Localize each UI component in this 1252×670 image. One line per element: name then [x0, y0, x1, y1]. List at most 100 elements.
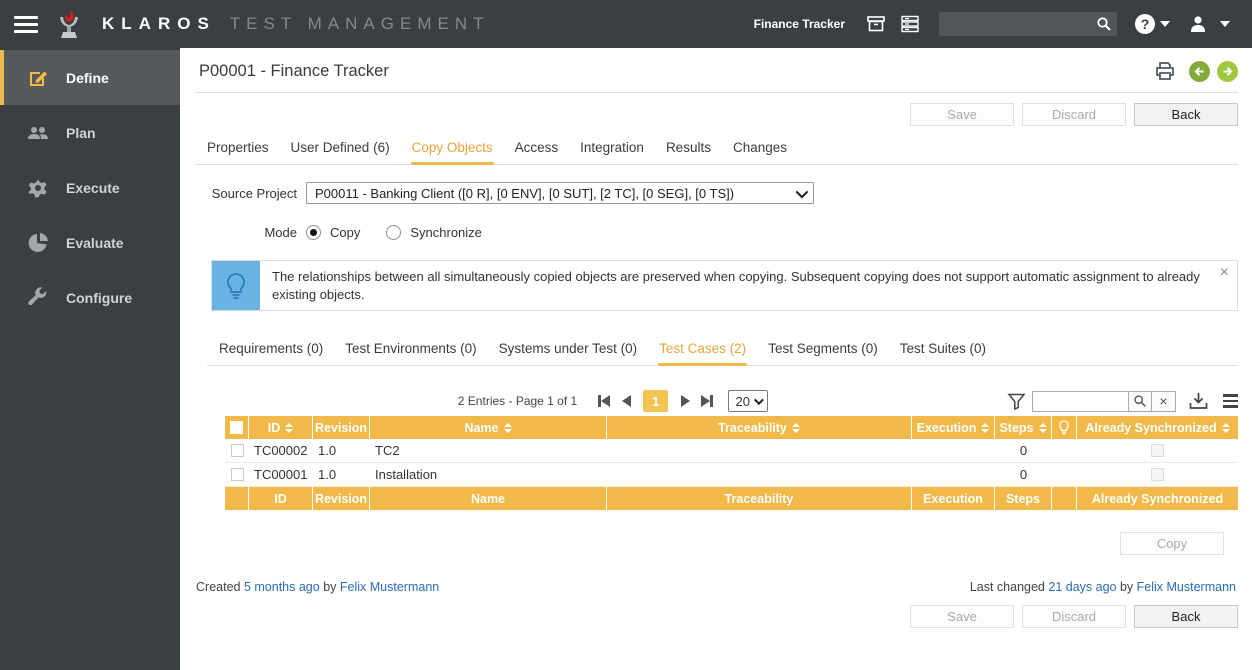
help-icon[interactable]: ? [1135, 14, 1155, 34]
mode-synchronize-radio[interactable]: Synchronize [386, 225, 482, 240]
current-page-button[interactable]: 1 [643, 390, 669, 413]
save-button[interactable]: Save [910, 103, 1014, 126]
table-row[interactable]: TC00002 1.0 TC2 0 [225, 439, 1238, 464]
sidebar-item-plan[interactable]: Plan [0, 105, 180, 160]
edit-icon [30, 71, 47, 86]
tab-integration[interactable]: Integration [569, 132, 655, 164]
cell-id: TC00002 [254, 443, 308, 459]
sort-icon[interactable] [791, 422, 800, 433]
table-menu-icon[interactable] [1223, 394, 1238, 408]
sidebar: Define Plan Execute Evaluate Configure [0, 48, 180, 670]
close-icon[interactable]: × [1220, 265, 1229, 281]
table-row[interactable]: TC00001 1.0 Installation 0 [225, 463, 1238, 488]
back-button[interactable]: Back [1134, 103, 1238, 126]
sidebar-item-configure[interactable]: Configure [0, 270, 180, 325]
tab-properties[interactable]: Properties [196, 132, 280, 164]
sort-icon[interactable] [1221, 422, 1230, 433]
sort-icon[interactable] [981, 422, 990, 433]
already-synchronized-checkbox [1151, 444, 1164, 458]
tab-access[interactable]: Access [504, 132, 570, 164]
table-search-button[interactable] [1128, 390, 1152, 412]
sidebar-item-label: Plan [66, 124, 96, 141]
page-title: P00001 - Finance Tracker [199, 61, 389, 80]
navigate-back-icon[interactable] [1189, 60, 1210, 82]
column-header-revision[interactable]: Revision [313, 416, 370, 440]
save-button[interactable]: Save [910, 605, 1014, 629]
sort-icon[interactable] [503, 422, 512, 433]
sidebar-item-label: Evaluate [66, 234, 124, 251]
pie-chart-icon [28, 232, 48, 252]
column-header-already-synchronized[interactable]: Already Synchronized [1077, 416, 1238, 439]
table-toolbar: 2 Entries - Page 1 of 1 1 20 × [225, 388, 1238, 414]
filter-icon[interactable] [1007, 392, 1026, 411]
subtab-test-segments[interactable]: Test Segments (0) [757, 333, 889, 365]
subtab-systems-under-test[interactable]: Systems under Test (0) [488, 333, 649, 365]
back-button[interactable]: Back [1134, 605, 1238, 629]
column-header-execution[interactable]: Execution [912, 416, 995, 440]
subtab-test-cases[interactable]: Test Cases (2) [648, 333, 757, 367]
created-user-link[interactable]: Felix Mustermann [340, 580, 439, 594]
tab-copy-objects[interactable]: Copy Objects [401, 132, 504, 165]
mode-copy-radio[interactable]: Copy [306, 225, 360, 240]
tab-results[interactable]: Results [655, 132, 722, 164]
tab-user-defined[interactable]: User Defined (6) [280, 132, 401, 164]
tab-changes[interactable]: Changes [722, 132, 798, 164]
gear-icon [28, 178, 47, 197]
select-all-checkbox[interactable] [230, 421, 243, 435]
copy-button[interactable]: Copy [1120, 532, 1224, 556]
lightbulb-icon [1059, 420, 1069, 435]
print-icon[interactable] [1154, 60, 1176, 82]
sort-icon[interactable] [285, 422, 294, 433]
next-page-icon[interactable] [676, 392, 694, 410]
sidebar-item-define[interactable]: Define [0, 50, 180, 105]
export-download-icon[interactable] [1188, 391, 1209, 412]
content-area: P00001 - Finance Tracker Save Discard Ba… [180, 48, 1252, 670]
changed-time-link[interactable]: 21 days ago [1048, 580, 1116, 594]
changed-user-link[interactable]: Felix Mustermann [1137, 580, 1236, 594]
table-clear-filter-button[interactable]: × [1152, 390, 1176, 412]
current-project-label[interactable]: Finance Tracker [754, 17, 845, 31]
sort-icon[interactable] [1038, 422, 1047, 433]
subtab-test-suites[interactable]: Test Suites (0) [889, 333, 997, 365]
user-icon[interactable] [1188, 14, 1208, 34]
created-info: Created 5 months ago by Felix Mustermann [196, 580, 440, 595]
created-time-link[interactable]: 5 months ago [244, 580, 320, 594]
table-filter-input[interactable] [1032, 390, 1128, 412]
radio-selected-icon[interactable] [306, 225, 321, 240]
discard-button[interactable]: Discard [1022, 103, 1126, 126]
user-chevron-down-icon[interactable] [1220, 21, 1230, 27]
global-search-input[interactable] [939, 17, 1096, 31]
column-header-steps[interactable]: Steps [995, 416, 1052, 440]
klaros-logo [60, 10, 78, 38]
radio-unselected-icon[interactable] [386, 225, 402, 240]
row-checkbox[interactable] [230, 468, 244, 482]
first-page-icon[interactable] [595, 392, 613, 410]
sidebar-item-execute[interactable]: Execute [0, 160, 180, 215]
search-icon[interactable] [1096, 16, 1112, 32]
subtab-requirements[interactable]: Requirements (0) [208, 333, 334, 365]
sidebar-item-evaluate[interactable]: Evaluate [0, 215, 180, 270]
page-size-select[interactable]: 20 [728, 390, 769, 413]
navigate-forward-icon[interactable] [1217, 60, 1238, 82]
column-header-traceability[interactable]: Traceability [607, 416, 912, 440]
server-icon[interactable] [900, 14, 920, 34]
column-header-hint[interactable] [1052, 416, 1077, 440]
source-project-label: Source Project [211, 185, 297, 201]
cell-revision: 1.0 [318, 443, 337, 459]
source-project-select[interactable]: P00011 - Banking Client ([0 R], [0 ENV],… [306, 182, 814, 204]
last-page-icon[interactable] [698, 392, 716, 410]
row-checkbox[interactable] [230, 444, 244, 458]
previous-page-icon[interactable] [617, 392, 635, 410]
mode-copy-label: Copy [330, 225, 361, 240]
footer-column-name: Name [370, 487, 607, 511]
help-chevron-down-icon[interactable] [1160, 21, 1170, 27]
archive-icon[interactable] [866, 14, 886, 34]
column-header-name[interactable]: Name [370, 416, 607, 440]
hamburger-menu-icon[interactable] [14, 15, 38, 33]
object-type-tabs: Requirements (0) Test Environments (0) S… [207, 333, 1238, 367]
column-header-id[interactable]: ID [249, 416, 313, 440]
subtab-test-environments[interactable]: Test Environments (0) [334, 333, 487, 365]
cell-steps: 0 [1019, 467, 1028, 483]
discard-button[interactable]: Discard [1022, 605, 1126, 629]
cell-steps: 0 [1019, 443, 1028, 459]
